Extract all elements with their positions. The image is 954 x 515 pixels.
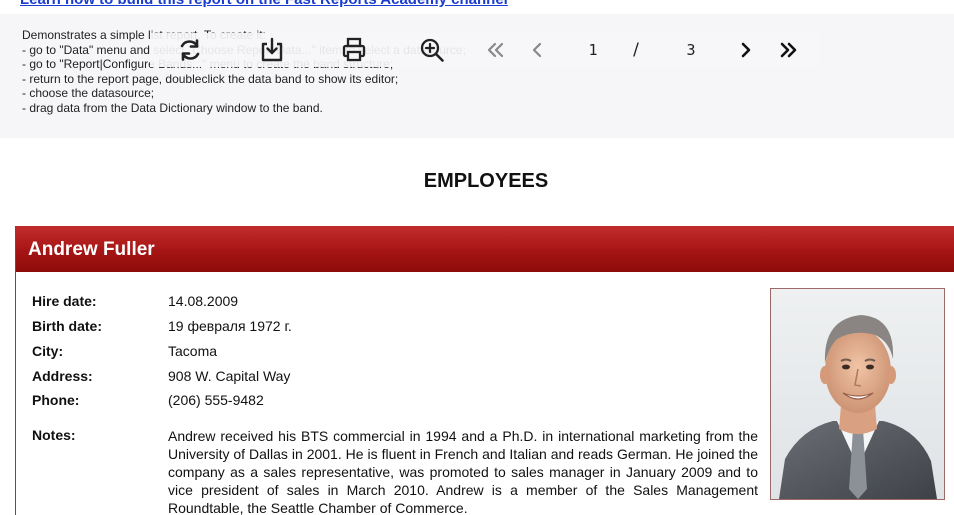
print-icon (342, 37, 366, 62)
next-page-icon (741, 42, 751, 58)
notes-label: Notes: (32, 427, 76, 443)
birth-date-value: 19 февраля 1972 г. (168, 318, 292, 334)
hire-date-label: Hire date: (32, 293, 97, 309)
zoom-in-button[interactable] (414, 33, 450, 67)
prev-page-button[interactable] (520, 33, 556, 67)
first-page-button[interactable] (478, 33, 514, 67)
next-page-button[interactable] (728, 33, 764, 67)
refresh-button[interactable] (172, 33, 208, 67)
last-page-button[interactable] (770, 33, 806, 67)
total-pages: 3 (686, 41, 696, 59)
download-button[interactable] (254, 33, 290, 67)
academy-link[interactable]: Learn how to build this report on the Fa… (20, 0, 720, 11)
preview-toolbar: 1 / 3 (150, 33, 820, 67)
city-value: Tacoma (168, 343, 218, 359)
first-page-icon (487, 42, 504, 58)
description-line: - drag data from the Data Dictionary win… (22, 100, 323, 115)
zoom-in-icon (420, 38, 444, 62)
address-value: 908 W. Capital Way (168, 368, 291, 384)
current-page-number[interactable]: 1 (578, 38, 608, 62)
last-page-icon (780, 42, 797, 58)
refresh-icon (180, 39, 200, 61)
employee-card: Andrew Fuller Hire date: 14.08.2009 Birt… (15, 226, 954, 515)
description-line: - choose the datasource; (22, 86, 155, 101)
report-title: EMPLOYEES (423, 170, 549, 192)
print-button[interactable] (336, 33, 372, 67)
employee-photo (770, 288, 945, 500)
notes-value: Andrew received his BTS commercial in 19… (168, 428, 758, 515)
employee-header-band: Andrew Fuller (16, 227, 954, 272)
birth-date-label: Birth date: (32, 318, 102, 334)
address-label: Address: (32, 368, 93, 384)
description-line: - return to the report page, doubleclick… (22, 71, 399, 86)
phone-label: Phone: (32, 392, 80, 408)
employee-portrait-image (771, 289, 944, 499)
page-separator: / (633, 40, 639, 60)
report-page: Learn how to build this report on the Fa… (0, 0, 954, 515)
download-icon (261, 37, 283, 62)
employee-name: Andrew Fuller (28, 239, 155, 260)
prev-page-icon (532, 42, 542, 58)
hire-date-value: 14.08.2009 (168, 293, 239, 309)
city-label: City: (32, 343, 64, 359)
phone-value: (206) 555-9482 (168, 392, 264, 408)
